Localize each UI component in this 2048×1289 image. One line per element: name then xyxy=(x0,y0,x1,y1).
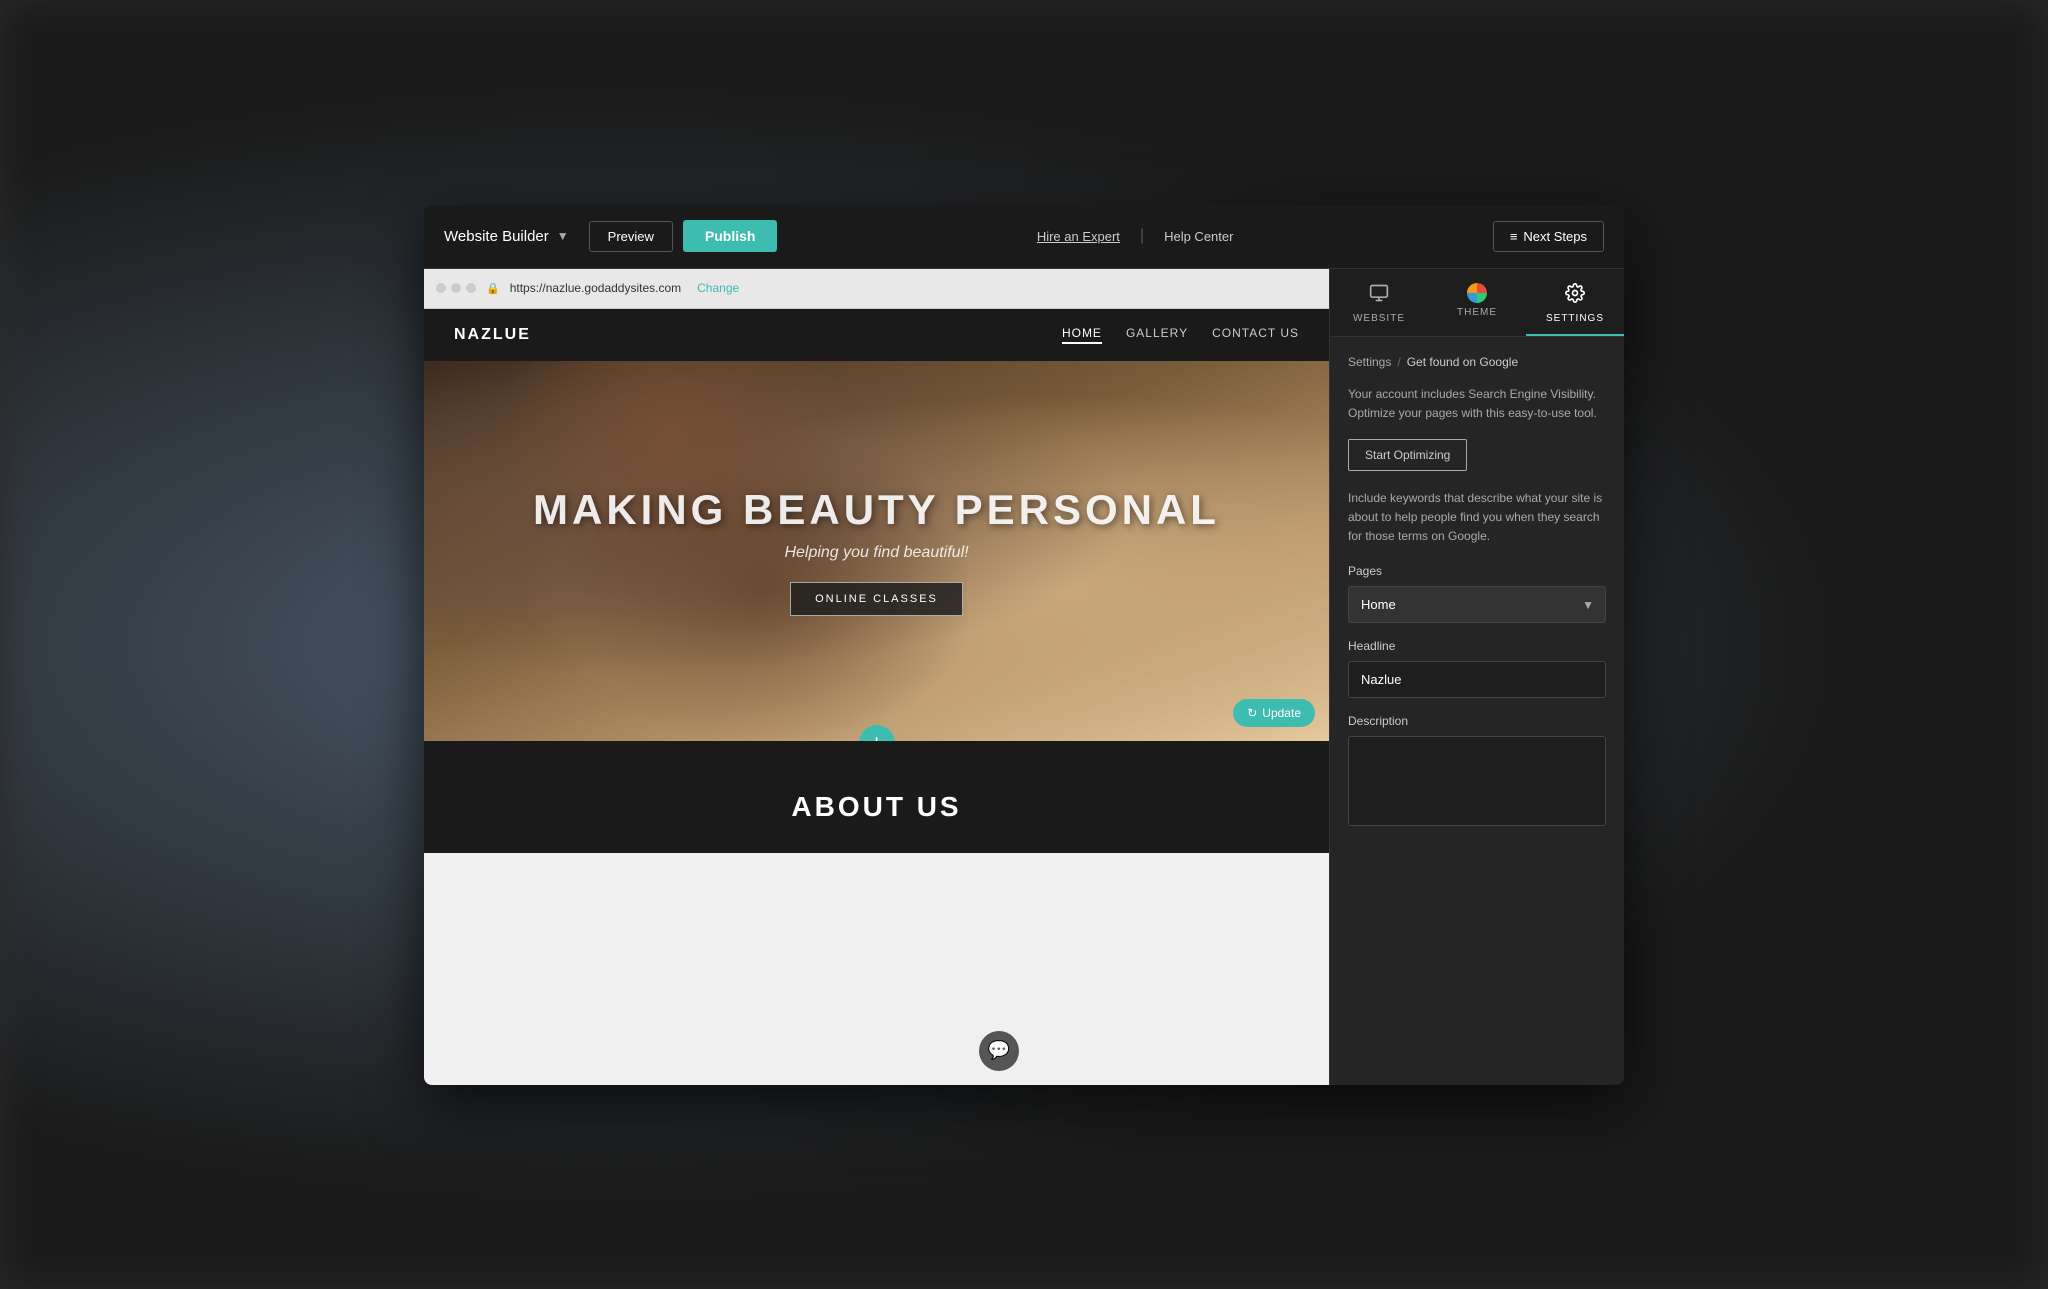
dot-yellow xyxy=(451,283,461,293)
next-steps-button[interactable]: ≡ Next Steps xyxy=(1493,221,1604,252)
update-icon: ↻ xyxy=(1247,706,1257,720)
chat-bubble-icon: 💬 xyxy=(988,1040,1010,1061)
site-content: NAZLUE HOME GALLERY CONTACT US MAKING BE… xyxy=(424,309,1329,1085)
breadcrumb: Settings / Get found on Google xyxy=(1348,355,1606,369)
dot-red xyxy=(436,283,446,293)
nav-link-home[interactable]: HOME xyxy=(1062,326,1102,344)
headline-input[interactable] xyxy=(1348,661,1606,698)
pages-label: Pages xyxy=(1348,564,1606,578)
update-button[interactable]: ↻ Update xyxy=(1233,699,1315,727)
site-logo: NAZLUE xyxy=(454,326,531,344)
palette-icon xyxy=(1467,283,1487,303)
next-steps-label: Next Steps xyxy=(1523,229,1587,244)
keywords-description: Include keywords that describe what your… xyxy=(1348,489,1606,547)
tab-theme-label: THEME xyxy=(1457,307,1497,318)
about-title[interactable]: ABOUT US xyxy=(454,791,1299,823)
hero-cta-button[interactable]: ONLINE CLASSES xyxy=(790,582,963,616)
dot-green xyxy=(466,283,476,293)
main-area: 🔒 https://nazlue.godaddysites.com Change… xyxy=(424,269,1624,1085)
hero-title[interactable]: MAKING BEAUTY PERSONAL xyxy=(533,486,1220,534)
lock-icon: 🔒 xyxy=(486,282,500,295)
update-label: Update xyxy=(1262,706,1301,720)
tab-theme[interactable]: THEME xyxy=(1428,269,1526,336)
description-label: Description xyxy=(1348,714,1606,728)
tab-settings-label: SETTINGS xyxy=(1546,313,1604,324)
help-center-link[interactable]: Help Center xyxy=(1164,229,1233,244)
brand: Website Builder ▼ xyxy=(444,228,569,245)
next-steps-icon: ≡ xyxy=(1510,229,1518,244)
hero-text: MAKING BEAUTY PERSONAL Helping you find … xyxy=(533,486,1220,616)
site-nav: NAZLUE HOME GALLERY CONTACT US xyxy=(424,309,1329,361)
right-panel: WEBSITE THEME SETTINGS xyxy=(1329,269,1624,1085)
preview-button[interactable]: Preview xyxy=(589,221,673,252)
nav-link-contact[interactable]: CONTACT US xyxy=(1212,326,1299,344)
top-bar-center: Hire an Expert | Help Center xyxy=(777,227,1492,245)
divider: | xyxy=(1140,227,1144,245)
tab-website-label: WEBSITE xyxy=(1353,313,1405,324)
breadcrumb-separator: / xyxy=(1397,355,1400,369)
hero-subtitle[interactable]: Helping you find beautiful! xyxy=(533,544,1220,562)
url-text: https://nazlue.godaddysites.com xyxy=(510,281,681,295)
right-panel-content: Settings / Get found on Google Your acco… xyxy=(1330,337,1624,1085)
preview-panel: 🔒 https://nazlue.godaddysites.com Change… xyxy=(424,269,1329,1085)
about-section: ABOUT US xyxy=(424,741,1329,853)
chat-icon[interactable]: 💬 xyxy=(979,1031,1019,1071)
browser-dots xyxy=(436,283,476,293)
breadcrumb-current: Get found on Google xyxy=(1407,355,1518,369)
hero-section: MAKING BEAUTY PERSONAL Helping you find … xyxy=(424,361,1329,741)
start-optimizing-button[interactable]: Start Optimizing xyxy=(1348,439,1467,471)
seo-description: Your account includes Search Engine Visi… xyxy=(1348,385,1606,423)
top-bar: Website Builder ▼ Preview Publish Hire a… xyxy=(424,205,1624,269)
app-window: Website Builder ▼ Preview Publish Hire a… xyxy=(424,205,1624,1085)
tab-website[interactable]: WEBSITE xyxy=(1330,269,1428,336)
pages-select-wrapper: Home Gallery Contact Us ▼ xyxy=(1348,586,1606,623)
change-link[interactable]: Change xyxy=(697,281,739,295)
pages-select[interactable]: Home Gallery Contact Us xyxy=(1348,586,1606,623)
right-panel-tabs: WEBSITE THEME SETTINGS xyxy=(1330,269,1624,337)
description-textarea[interactable] xyxy=(1348,736,1606,826)
breadcrumb-settings[interactable]: Settings xyxy=(1348,355,1391,369)
gear-icon xyxy=(1565,283,1585,309)
tab-settings[interactable]: SETTINGS xyxy=(1526,269,1624,336)
hire-expert-link[interactable]: Hire an Expert xyxy=(1037,229,1120,244)
headline-label: Headline xyxy=(1348,639,1606,653)
site-nav-links: HOME GALLERY CONTACT US xyxy=(1062,326,1299,344)
nav-link-gallery[interactable]: GALLERY xyxy=(1126,326,1188,344)
browser-bar: 🔒 https://nazlue.godaddysites.com Change xyxy=(424,269,1329,309)
publish-button[interactable]: Publish xyxy=(683,220,778,252)
brand-dropdown-arrow[interactable]: ▼ xyxy=(557,229,569,243)
monitor-icon xyxy=(1369,283,1389,309)
brand-title: Website Builder xyxy=(444,228,549,245)
